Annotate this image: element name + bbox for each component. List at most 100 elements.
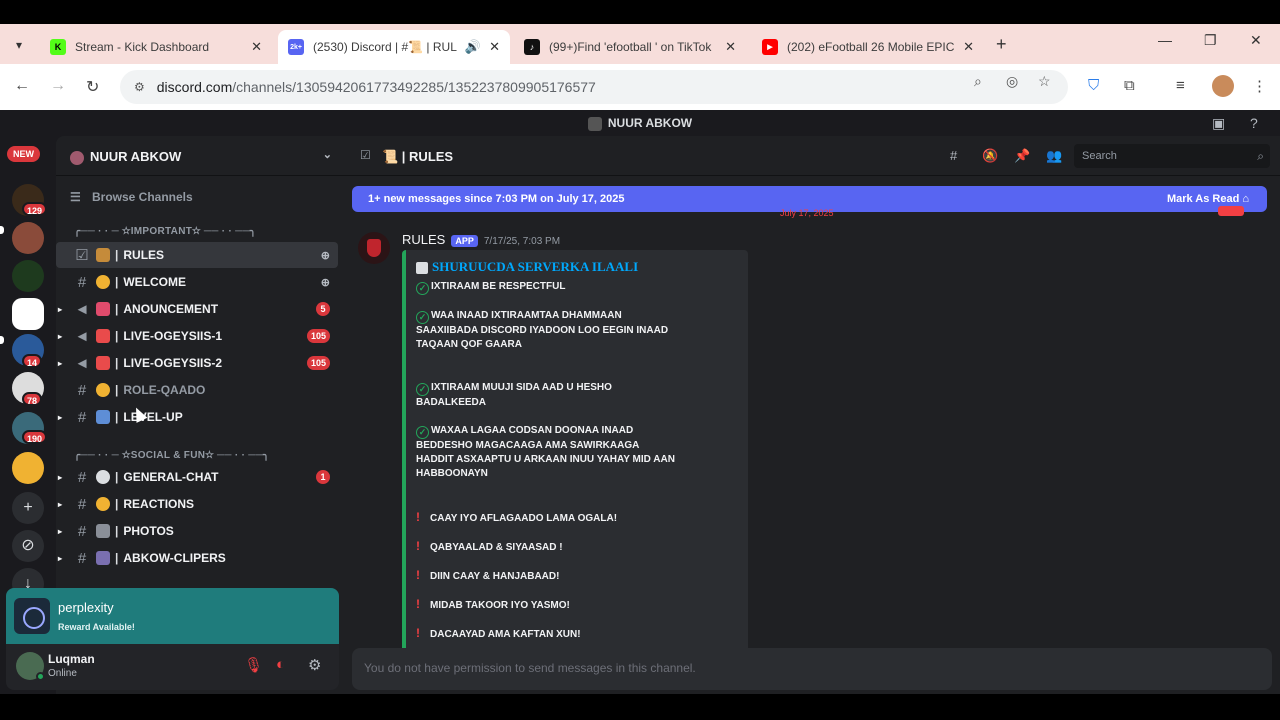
restore-icon[interactable]: ❐ — [1204, 32, 1217, 49]
tab-search-icon[interactable]: ▾ — [8, 34, 30, 56]
close-window-icon[interactable]: ✕ — [1250, 32, 1262, 49]
close-tab-icon[interactable]: ✕ — [725, 39, 736, 55]
check-icon: ✓ — [416, 311, 429, 324]
close-tab-icon[interactable]: ✕ — [963, 39, 974, 55]
author-avatar[interactable] — [358, 232, 390, 264]
url-input[interactable]: ⚙ discord.com/channels/13059420617734922… — [120, 70, 1068, 104]
server-avatar[interactable] — [12, 260, 44, 292]
shield-extension-icon[interactable]: ⛉ — [1088, 77, 1099, 94]
rule-item: ! DACAAYAD AMA KAFTAN XUN! — [416, 626, 676, 642]
mention-badge: 5 — [316, 302, 330, 316]
browser-menu-icon[interactable]: ⋮ — [1252, 77, 1267, 95]
check-icon: ✓ — [416, 282, 429, 295]
new-badge[interactable]: NEW — [7, 146, 40, 162]
discover-icon[interactable]: ⊘ — [12, 530, 44, 562]
channel-photos[interactable]: ▸ # | PHOTOS — [56, 518, 338, 544]
hash-icon: # — [77, 381, 87, 399]
separator: | — [115, 248, 119, 262]
mention-badge: 105 — [306, 329, 330, 343]
minimize-icon[interactable]: — — [1158, 32, 1172, 48]
server-avatar[interactable] — [12, 298, 44, 330]
browse-channels[interactable]: ☰ Browse Channels — [70, 190, 193, 204]
headphones-deafened-icon[interactable]: ◐ — [276, 656, 285, 673]
server-header[interactable]: NUUR ABKOW ⌄ — [56, 136, 346, 176]
extensions-icon[interactable]: ⧉ — [1124, 77, 1135, 94]
rule-item: ! MIDAB TAKOOR IYO YASMO! — [416, 597, 676, 613]
back-icon[interactable]: ← — [14, 77, 30, 95]
settings-gear-icon[interactable]: ⚙ — [308, 656, 321, 674]
server-avatar[interactable] — [12, 222, 44, 254]
siren-emoji-icon — [96, 356, 110, 370]
close-tab-icon[interactable]: ✕ — [251, 39, 262, 55]
forward-icon[interactable]: → — [50, 77, 66, 95]
bookmark-star-icon[interactable]: ☆ — [1038, 73, 1051, 90]
pin-icon[interactable]: 📌 — [1014, 148, 1030, 164]
inbox-icon[interactable]: ▣ — [1212, 115, 1225, 132]
server-name: NUUR ABKOW — [90, 149, 182, 164]
separator: | — [115, 329, 119, 343]
channel-live-ogeysiis-1[interactable]: ▸ ◄ | LIVE-OGEYSIIS-1 105 — [56, 323, 338, 349]
channel-role-qaado[interactable]: # | ROLE-QAADO — [56, 377, 338, 403]
new-tab-icon[interactable]: + — [996, 34, 1007, 55]
category-important[interactable]: ╭── · · ─ ✫IMPORTANT✫ ── · · ──╮ — [74, 226, 256, 237]
rule-item: ✓ IXTIRAAM BE RESPECTFUL — [416, 280, 676, 295]
eye-off-icon[interactable]: ◎ — [1006, 73, 1018, 90]
mention-badge: 14 — [22, 354, 43, 368]
message-timestamp: 7/17/25, 7:03 PM — [483, 236, 561, 247]
message-header: RULES APP 7/17/25, 7:03 PM — [402, 232, 560, 247]
close-tab-icon[interactable]: ✕ — [489, 39, 500, 55]
exclamation-icon: ! — [416, 510, 420, 524]
tab-youtube[interactable]: ▶ (202) eFootball 26 Mobile EPIC ✕ — [752, 30, 984, 64]
server-avatar[interactable] — [12, 452, 44, 484]
rules-embed: SHURUUCDA SERVERKA ILAALI ✓ IXTIRAAM BE R… — [402, 250, 748, 680]
rule-text: DACAAYAD AMA KAFTAN XUN! — [430, 629, 581, 640]
add-member-icon[interactable]: ⊕ — [321, 249, 330, 262]
speech-emoji-icon — [96, 470, 110, 484]
notification-bell-icon[interactable]: 🔕 — [982, 148, 998, 164]
tab-kick[interactable]: K Stream - Kick Dashboard ✕ — [40, 30, 272, 64]
add-member-icon[interactable]: ⊕ — [321, 276, 330, 289]
tab-title: (202) eFootball 26 Mobile EPIC — [787, 40, 955, 54]
media-control-icon[interactable]: ≡ — [1176, 77, 1185, 94]
category-social-fun[interactable]: ╭── · · ─ ✫SOCIAL & FUN✫ ── · · ──╮ — [74, 450, 269, 461]
member-list-icon[interactable]: 👥 — [1046, 148, 1062, 164]
zoom-icon[interactable]: ⌕ — [974, 73, 982, 90]
unread-pill — [0, 226, 4, 234]
mark-as-read-button[interactable]: Mark As Read ⌂ — [1167, 193, 1249, 205]
add-server-icon[interactable]: + — [12, 492, 44, 524]
help-icon[interactable]: ? — [1250, 115, 1258, 131]
channel-live-ogeysiis-2[interactable]: ▸ ◄ | LIVE-OGEYSIIS-2 105 — [56, 350, 338, 376]
channel-welcome[interactable]: # | WELCOME ⊕ — [56, 269, 338, 295]
exclamation-icon: ! — [416, 568, 420, 582]
channel-name: WELCOME — [123, 275, 187, 289]
reward-banner[interactable]: perplexity Reward Available! — [6, 588, 339, 644]
channel-reactions[interactable]: ▸ # | REACTIONS — [56, 491, 338, 517]
search-icon: ⌕ — [1257, 149, 1264, 163]
tab-tiktok[interactable]: ♪ (99+)Find 'efootball ' on TikTok ✕ — [514, 30, 746, 64]
online-status-icon — [36, 672, 45, 681]
channel-name: LIVE-OGEYSIIS-2 — [123, 356, 223, 370]
channel-anouncement[interactable]: ▸ ◄ | ANOUNCEMENT 5 — [56, 296, 338, 322]
threads-icon[interactable]: # — [950, 148, 957, 163]
speaker-icon[interactable]: 🔊 — [465, 39, 481, 55]
rule-text: DIIN CAAY & HANJABAAD! — [430, 571, 560, 582]
channel-rules[interactable]: ☑ | RULES ⊕ — [56, 242, 338, 268]
channel-level-up[interactable]: ▸ # | LEVEL-UP — [56, 404, 338, 430]
new-divider-tag — [1218, 206, 1244, 216]
profile-avatar[interactable] — [1212, 75, 1234, 97]
mic-muted-icon[interactable]: 🎙 — [244, 656, 263, 674]
promo-title: perplexity — [58, 600, 114, 615]
channel-name: ROLE-QAADO — [123, 383, 206, 397]
wave-emoji-icon — [96, 275, 110, 289]
channel-general-chat[interactable]: ▸ # | GENERAL-CHAT 1 — [56, 464, 338, 490]
checkbox-icon — [416, 262, 428, 275]
rule-text: CAAY IYO AFLAGAADO LAMA OGALA! — [430, 513, 618, 524]
rule-item: ! DIIN CAAY & HANJABAAD! — [416, 568, 676, 584]
site-info-icon[interactable]: ⚙ — [134, 80, 145, 94]
author-name[interactable]: RULES — [402, 232, 445, 247]
tab-discord[interactable]: 2k+ (2530) Discord | #📜 | RULE 🔊 ✕ — [278, 30, 510, 64]
reload-icon[interactable]: ↻ — [86, 77, 99, 97]
megaphone-icon: ◄ — [74, 327, 90, 345]
search-input[interactable]: Search ⌕ — [1074, 144, 1270, 168]
channel-abkow-clipers[interactable]: ▸ # | ABKOW-CLIPERS — [56, 545, 338, 571]
